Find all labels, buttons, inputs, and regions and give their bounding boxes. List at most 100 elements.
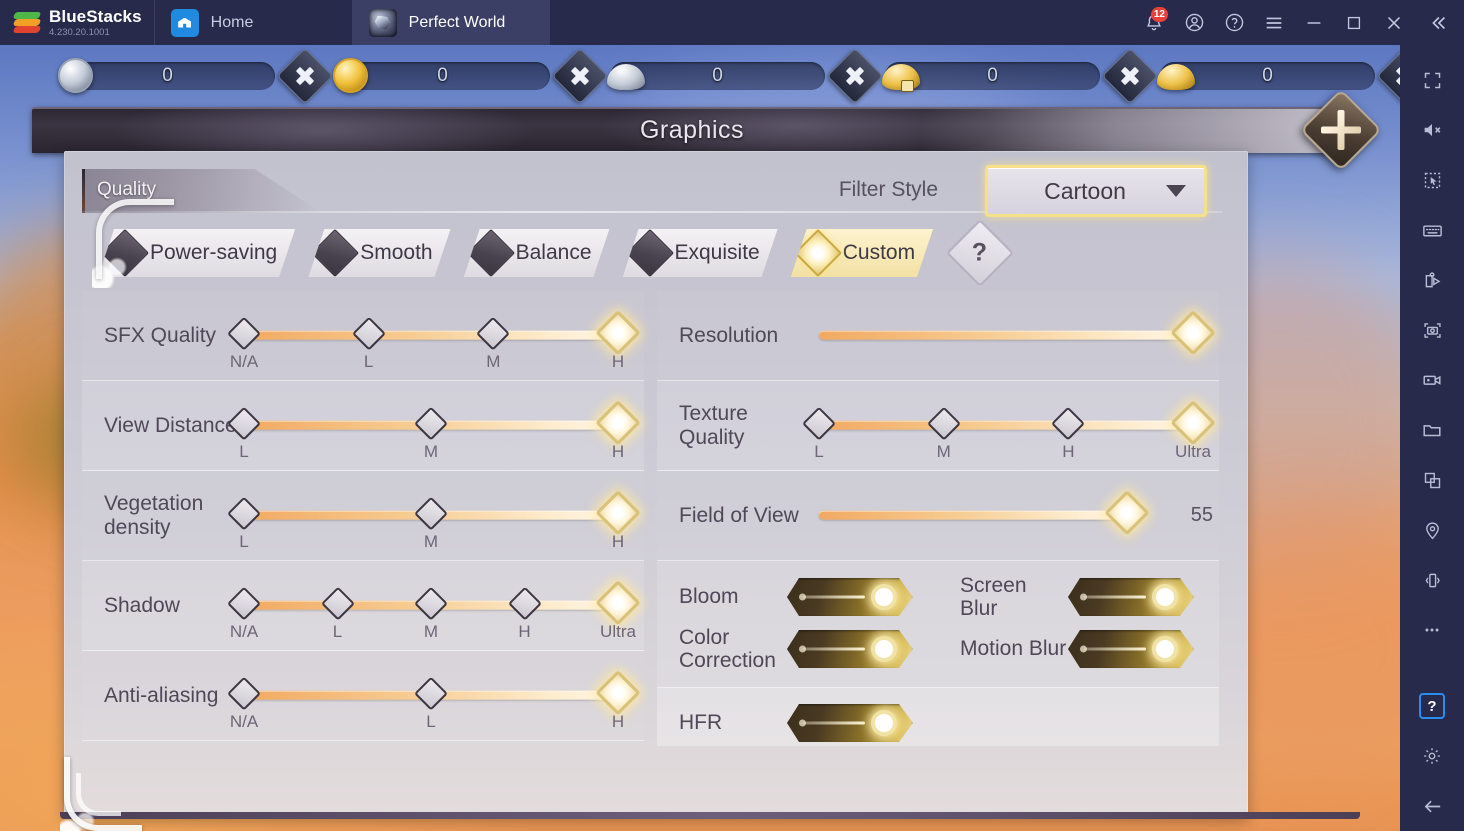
color-correction-toggle[interactable] — [787, 630, 913, 668]
slider-tick-label: M — [423, 441, 439, 461]
tab-perfect-world-label: Perfect World — [408, 13, 506, 31]
slider-handle[interactable] — [595, 399, 641, 445]
multi-instance-icon[interactable] — [1400, 455, 1464, 505]
tab-perfect-world[interactable]: Perfect World — [351, 0, 550, 45]
account-button[interactable] — [1174, 0, 1214, 45]
slider-notch[interactable] — [414, 586, 448, 621]
back-arrow-icon[interactable] — [1400, 781, 1464, 831]
slider-handle[interactable] — [595, 579, 641, 625]
slider-handle[interactable] — [1104, 489, 1150, 535]
slider[interactable] — [819, 291, 1216, 380]
media-manager-icon[interactable] — [1400, 405, 1464, 455]
quality-help-button[interactable]: ? — [946, 219, 1015, 287]
question-mark-icon: ? — [972, 238, 988, 267]
currency-add-button[interactable] — [276, 47, 334, 105]
hfr-group: HFR — [657, 688, 1219, 746]
settings-gear-icon[interactable] — [1400, 731, 1464, 781]
slider-tick-label: N/A — [229, 351, 259, 371]
slider[interactable]: N/A L H — [227, 651, 641, 740]
hfr-toggle[interactable] — [787, 704, 913, 742]
silver-ingot-icon — [606, 56, 646, 96]
preset-exquisite[interactable]: Exquisite — [623, 229, 778, 277]
slider[interactable]: L M H Ultra — [802, 381, 1216, 470]
slider-notch[interactable] — [414, 676, 448, 711]
mute-icon[interactable] — [1400, 105, 1464, 155]
cursor-select-icon[interactable] — [1400, 155, 1464, 205]
bluestacks-titlebar: BlueStacks 4.230.20.1001 Home Perfect Wo… — [0, 0, 1464, 45]
slider-tick-label: M — [423, 531, 439, 551]
modal-body: Quality Filter Style Cartoon Power-savin… — [64, 151, 1248, 817]
slider-notch[interactable] — [507, 586, 542, 621]
close-button[interactable] — [1374, 0, 1414, 45]
currency-add-button[interactable] — [1101, 47, 1159, 105]
bloom-toggle[interactable] — [787, 578, 913, 616]
slider[interactable]: LMH — [227, 381, 641, 470]
setting-label: Field of View — [679, 503, 799, 527]
slider-handle[interactable] — [595, 669, 641, 715]
toggle-knob[interactable] — [871, 710, 897, 736]
slider-notch[interactable] — [320, 586, 355, 621]
toggle-knob[interactable] — [871, 584, 897, 610]
locked-gold-ingot-icon — [881, 56, 921, 96]
preset-custom[interactable]: Custom — [791, 229, 933, 277]
setting-row: SFX Quality N/A L M H — [82, 291, 644, 381]
minimize-button[interactable] — [1294, 0, 1334, 45]
toggle-cell: Screen Blur — [938, 571, 1219, 623]
setting-label: Shadow — [104, 593, 180, 617]
help-button[interactable] — [1214, 0, 1254, 45]
screen-blur-toggle[interactable] — [1068, 578, 1194, 616]
slider-tick-label: M — [936, 441, 951, 461]
currency-value: 0 — [712, 65, 723, 86]
preset-smooth[interactable]: Smooth — [308, 229, 450, 277]
slider-notch[interactable] — [414, 406, 448, 441]
help-icon[interactable]: ? — [1400, 681, 1464, 731]
slider-notch[interactable] — [351, 316, 386, 351]
currency-value: 0 — [987, 65, 998, 86]
location-icon[interactable] — [1400, 505, 1464, 555]
slider-handle[interactable] — [1170, 309, 1216, 355]
slider[interactable]: N/A L M H — [227, 291, 641, 380]
slider-tick-label: N/A — [229, 711, 259, 731]
screen-record-icon[interactable] — [1400, 355, 1464, 405]
slider[interactable] — [819, 471, 1169, 560]
toggle-knob[interactable] — [1152, 584, 1178, 610]
settings-column-right: Resolution Texture Quality L M H Ultra Field o… — [657, 291, 1219, 803]
toggle-rail — [1084, 596, 1146, 599]
currency-add-button[interactable] — [1376, 47, 1400, 105]
slider-value: 55 — [1190, 504, 1213, 526]
slider-handle[interactable] — [595, 489, 641, 535]
toggle-cell: Bloom — [657, 571, 938, 623]
currency-add-button[interactable] — [551, 47, 609, 105]
menu-button[interactable] — [1254, 0, 1294, 45]
setting-label: View Distance — [104, 413, 237, 437]
slider-notch[interactable] — [926, 406, 961, 441]
fullscreen-icon[interactable] — [1400, 55, 1464, 105]
tab-home[interactable]: Home — [153, 0, 352, 45]
toggle-knob[interactable] — [1152, 636, 1178, 662]
keyboard-controls-icon[interactable] — [1400, 205, 1464, 255]
preset-gem-icon — [467, 229, 515, 277]
slider-notch[interactable] — [1051, 406, 1086, 441]
motion-blur-toggle[interactable] — [1068, 630, 1194, 668]
quality-tab-label: Quality — [97, 179, 157, 200]
slider-tick-label: H — [611, 351, 625, 371]
slider-notch[interactable] — [414, 496, 448, 531]
setting-row: Resolution — [657, 291, 1219, 381]
currency-add-button[interactable] — [826, 47, 884, 105]
shake-icon[interactable] — [1400, 555, 1464, 605]
slider-handle[interactable] — [1170, 399, 1216, 445]
more-icon[interactable] — [1400, 605, 1464, 655]
preset-balance[interactable]: Balance — [464, 229, 610, 277]
macro-recorder-icon[interactable] — [1400, 255, 1464, 305]
toggle-knob[interactable] — [871, 636, 897, 662]
filter-style-dropdown[interactable]: Cartoon — [985, 165, 1207, 217]
collapse-sidebar-button[interactable] — [1414, 0, 1462, 45]
preset-power-saving[interactable]: Power-saving — [98, 229, 295, 277]
maximize-button[interactable] — [1334, 0, 1374, 45]
slider[interactable]: LMH — [227, 471, 641, 560]
slider-notch[interactable] — [476, 316, 511, 351]
notifications-button[interactable]: 12 — [1134, 0, 1174, 45]
slider-handle[interactable] — [595, 309, 641, 355]
screenshot-icon[interactable] — [1400, 305, 1464, 355]
slider[interactable]: N/A L M H Ultra — [227, 561, 641, 650]
